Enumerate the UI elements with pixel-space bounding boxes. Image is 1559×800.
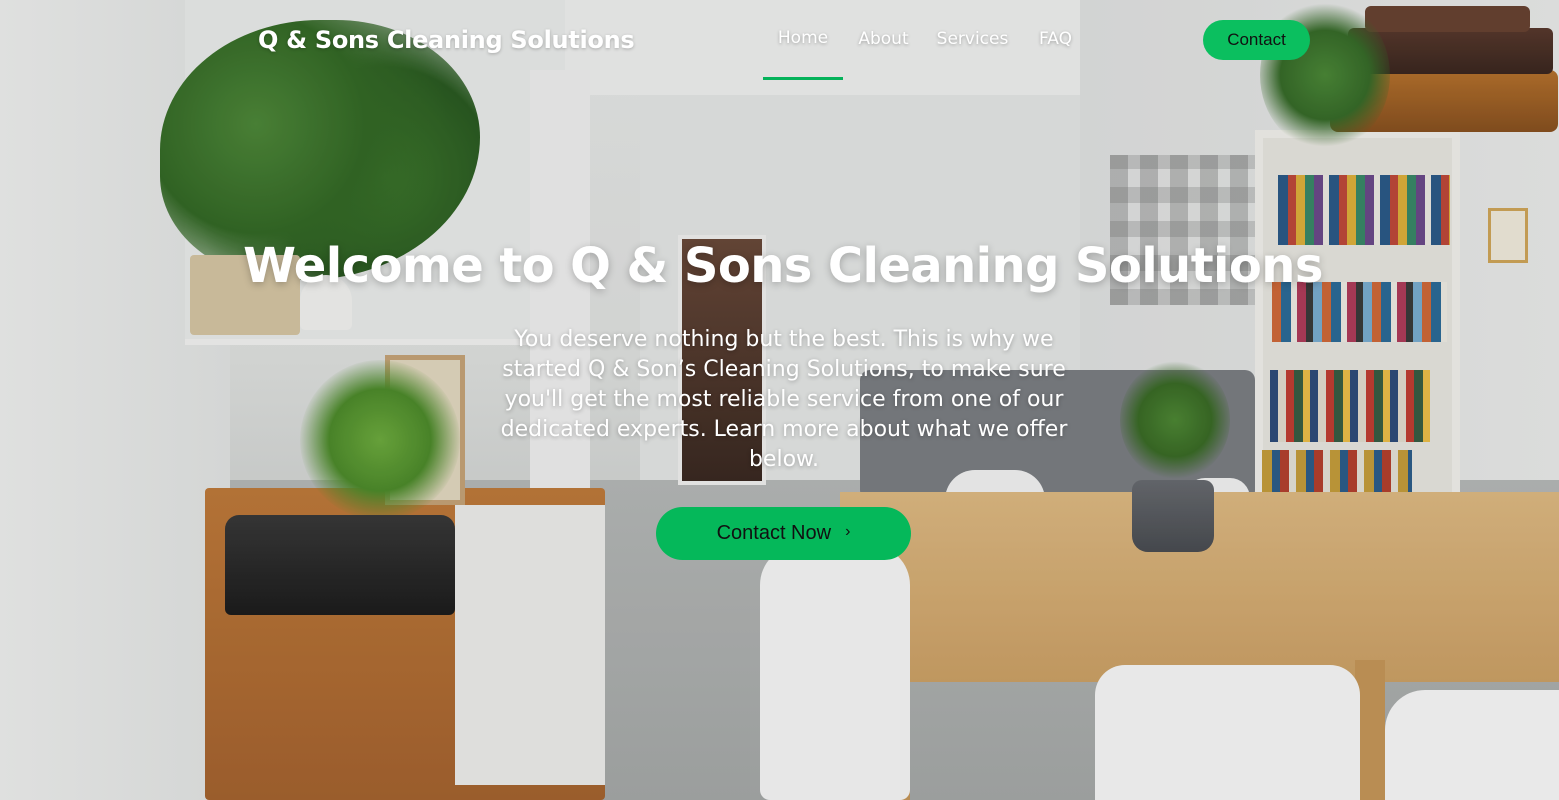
nav-item-label: Home: [777, 28, 829, 48]
chevron-right-icon: ›: [845, 522, 851, 540]
site-header: Q & Sons Cleaning Solutions Home About S…: [0, 0, 1559, 80]
nav-item-label: About: [858, 29, 909, 49]
nav-item-faq[interactable]: FAQ: [1021, 0, 1090, 80]
main-nav: Home About Services FAQ: [763, 0, 1090, 80]
brand-logo-link[interactable]: Q & Sons Cleaning Solutions: [258, 26, 635, 54]
contact-now-button[interactable]: Contact Now ›: [656, 507, 911, 560]
nav-item-label: Services: [936, 29, 1009, 49]
nav-item-label: FAQ: [1039, 29, 1072, 49]
contact-button[interactable]: Contact: [1203, 20, 1310, 60]
nav-item-services[interactable]: Services: [924, 0, 1021, 80]
nav-item-about[interactable]: About: [843, 0, 924, 80]
hero-title: Welcome to Q & Sons Cleaning Solutions: [243, 238, 1323, 294]
hero-section: Q & Sons Cleaning Solutions Home About S…: [0, 0, 1559, 800]
hero-description: You deserve nothing but the best. This i…: [500, 327, 1068, 472]
nav-item-home[interactable]: Home: [763, 0, 843, 80]
contact-now-label: Contact Now: [716, 522, 832, 544]
